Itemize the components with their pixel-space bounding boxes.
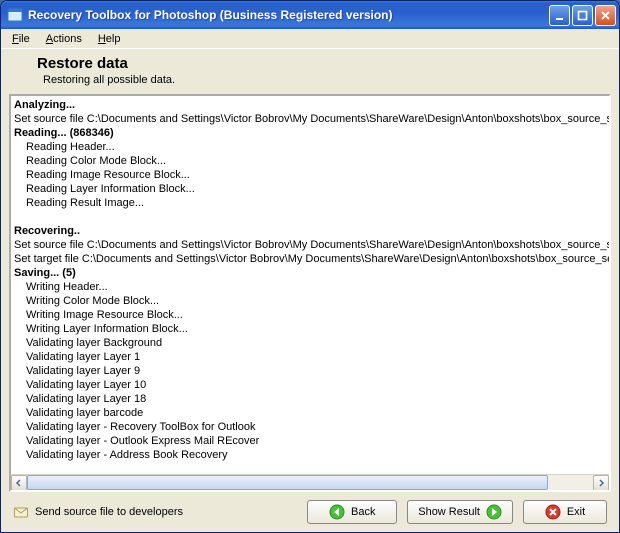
send-to-devs-label: Send source file to developers xyxy=(35,506,183,518)
close-button[interactable] xyxy=(595,5,616,26)
horizontal-scrollbar[interactable] xyxy=(11,474,609,490)
back-label: Back xyxy=(351,506,375,518)
close-icon xyxy=(545,504,561,520)
show-result-button[interactable]: Show Result xyxy=(407,500,513,524)
log-section-header: Analyzing... xyxy=(14,98,606,112)
log-section-header: Reading... (868346) xyxy=(14,126,606,140)
log-line: Set source file C:\Documents and Setting… xyxy=(14,112,606,126)
log-line: Validating layer Layer 18 xyxy=(14,392,606,406)
log-line: Writing Image Resource Block... xyxy=(14,308,606,322)
log-line: Reading Image Resource Block... xyxy=(14,168,606,182)
exit-label: Exit xyxy=(567,506,585,518)
minimize-button[interactable] xyxy=(549,5,570,26)
back-button[interactable]: Back xyxy=(307,500,397,524)
send-to-devs-link[interactable]: Send source file to developers xyxy=(13,504,183,520)
exit-button[interactable]: Exit xyxy=(523,500,607,524)
log-text[interactable]: Analyzing... Set source file C:\Document… xyxy=(11,96,609,474)
scroll-thumb[interactable] xyxy=(27,475,548,490)
menubar: File Actions Help xyxy=(1,29,619,49)
log-line: Validating layer - Recovery ToolBox for … xyxy=(14,420,606,434)
log-blank xyxy=(14,210,606,224)
menu-help[interactable]: Help xyxy=(91,31,128,47)
log-line: Validating layer - Address Book Recovery xyxy=(14,448,606,462)
content-area: Restore data Restoring all possible data… xyxy=(1,49,619,532)
scroll-right-arrow-icon[interactable] xyxy=(593,475,609,491)
log-line: Writing Layer Information Block... xyxy=(14,322,606,336)
log-line: Validating layer Layer 10 xyxy=(14,378,606,392)
app-window: Recovery Toolbox for Photoshop (Business… xyxy=(0,0,620,533)
menu-file[interactable]: File xyxy=(5,31,37,47)
log-line: Validating layer - Outlook Express Mail … xyxy=(14,434,606,448)
maximize-button[interactable] xyxy=(572,5,593,26)
log-line: Set source file C:\Documents and Setting… xyxy=(14,238,606,252)
page-title: Restore data xyxy=(37,55,609,72)
window-title: Recovery Toolbox for Photoshop (Business… xyxy=(28,8,549,22)
log-line: Reading Result Image... xyxy=(14,196,606,210)
scroll-left-arrow-icon[interactable] xyxy=(11,475,27,491)
arrow-right-icon xyxy=(486,504,502,520)
titlebar[interactable]: Recovery Toolbox for Photoshop (Business… xyxy=(1,1,619,29)
log-line: Set target file C:\Documents and Setting… xyxy=(14,252,606,266)
log-line: Reading Header... xyxy=(14,140,606,154)
log-line: Reading Layer Information Block... xyxy=(14,182,606,196)
log-container: Analyzing... Set source file C:\Document… xyxy=(9,94,611,492)
log-section-header: Saving... (5) xyxy=(14,266,606,280)
footer-bar: Send source file to developers Back Show… xyxy=(1,492,619,532)
log-box: Analyzing... Set source file C:\Document… xyxy=(9,94,611,492)
log-line: Validating layer Background xyxy=(14,336,606,350)
log-line: Writing Header... xyxy=(14,280,606,294)
window-controls xyxy=(549,5,616,26)
log-line: Validating layer Layer 9 xyxy=(14,364,606,378)
show-result-label: Show Result xyxy=(418,506,480,518)
log-line: Writing Color Mode Block... xyxy=(14,294,606,308)
log-line: Validating layer Layer 1 xyxy=(14,350,606,364)
app-icon xyxy=(7,7,23,23)
scroll-track[interactable] xyxy=(27,475,593,490)
log-line: Reading Color Mode Block... xyxy=(14,154,606,168)
page-subtitle: Restoring all possible data. xyxy=(43,74,609,86)
envelope-icon xyxy=(13,504,29,520)
menu-actions[interactable]: Actions xyxy=(39,31,89,47)
page-header: Restore data Restoring all possible data… xyxy=(1,49,619,94)
log-line: Validating layer barcode xyxy=(14,406,606,420)
log-section-header: Recovering.. xyxy=(14,224,606,238)
arrow-left-icon xyxy=(329,504,345,520)
